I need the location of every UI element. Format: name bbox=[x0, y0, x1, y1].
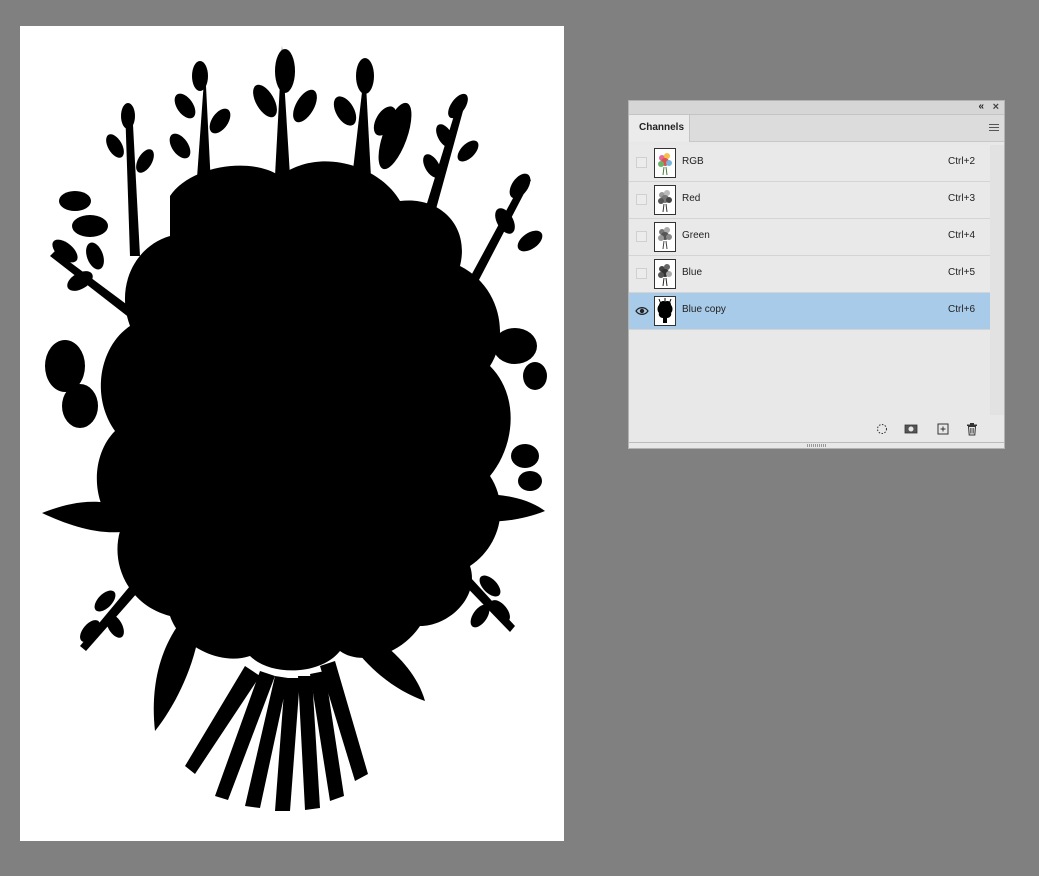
delete-channel-icon[interactable] bbox=[965, 422, 979, 436]
channel-name: Blue copy bbox=[682, 304, 726, 315]
visibility-toggle[interactable] bbox=[636, 231, 647, 242]
channel-name: RGB bbox=[682, 156, 704, 167]
panel-titlebar[interactable]: « × bbox=[629, 101, 1004, 115]
channel-shortcut: Ctrl+3 bbox=[948, 193, 975, 204]
footer-divider bbox=[629, 442, 1004, 443]
eye-icon[interactable] bbox=[635, 305, 649, 317]
channel-row-blue[interactable]: Blue Ctrl+5 bbox=[629, 256, 990, 293]
channel-row-red[interactable]: Red Ctrl+3 bbox=[629, 182, 990, 219]
visibility-toggle[interactable] bbox=[636, 194, 647, 205]
close-panel-icon[interactable]: × bbox=[993, 101, 999, 113]
channels-panel: « × Channels RGB Ctrl+2 Red Ctrl+3 Green… bbox=[628, 100, 1005, 449]
channel-shortcut: Ctrl+2 bbox=[948, 156, 975, 167]
tab-channels[interactable]: Channels bbox=[629, 115, 690, 142]
channel-thumbnail-green bbox=[654, 222, 676, 252]
channel-thumbnail-rgb bbox=[654, 148, 676, 178]
channel-row-green[interactable]: Green Ctrl+4 bbox=[629, 219, 990, 256]
channel-shortcut: Ctrl+6 bbox=[948, 304, 975, 315]
save-selection-icon[interactable] bbox=[904, 422, 918, 436]
channel-thumbnail-blue-copy bbox=[654, 296, 676, 326]
channel-row-rgb[interactable]: RGB Ctrl+2 bbox=[629, 145, 990, 182]
channel-name: Green bbox=[682, 230, 710, 241]
channel-row-blue-copy[interactable]: Blue copy Ctrl+6 bbox=[629, 293, 990, 330]
panel-menu-icon[interactable] bbox=[989, 124, 999, 132]
visibility-toggle[interactable] bbox=[636, 268, 647, 279]
channel-shortcut: Ctrl+5 bbox=[948, 267, 975, 278]
channel-shortcut: Ctrl+4 bbox=[948, 230, 975, 241]
collapse-panel-icon[interactable]: « bbox=[978, 101, 983, 113]
visibility-toggle[interactable] bbox=[636, 157, 647, 168]
channel-name: Red bbox=[682, 193, 701, 204]
panel-tab-strip: Channels bbox=[629, 115, 1004, 142]
new-channel-icon[interactable] bbox=[936, 422, 950, 436]
channel-list: RGB Ctrl+2 Red Ctrl+3 Green Ctrl+4 Blue … bbox=[629, 145, 990, 415]
load-selection-icon[interactable] bbox=[875, 422, 889, 436]
channel-thumbnail-blue bbox=[654, 259, 676, 289]
document-canvas[interactable] bbox=[20, 26, 564, 841]
channel-list-scrollbar[interactable] bbox=[990, 145, 1004, 415]
panel-resize-grip[interactable] bbox=[807, 444, 827, 447]
panel-footer bbox=[629, 417, 1004, 441]
bouquet-silhouette bbox=[42, 46, 547, 811]
channel-thumbnail-red bbox=[654, 185, 676, 215]
channel-name: Blue bbox=[682, 267, 703, 278]
